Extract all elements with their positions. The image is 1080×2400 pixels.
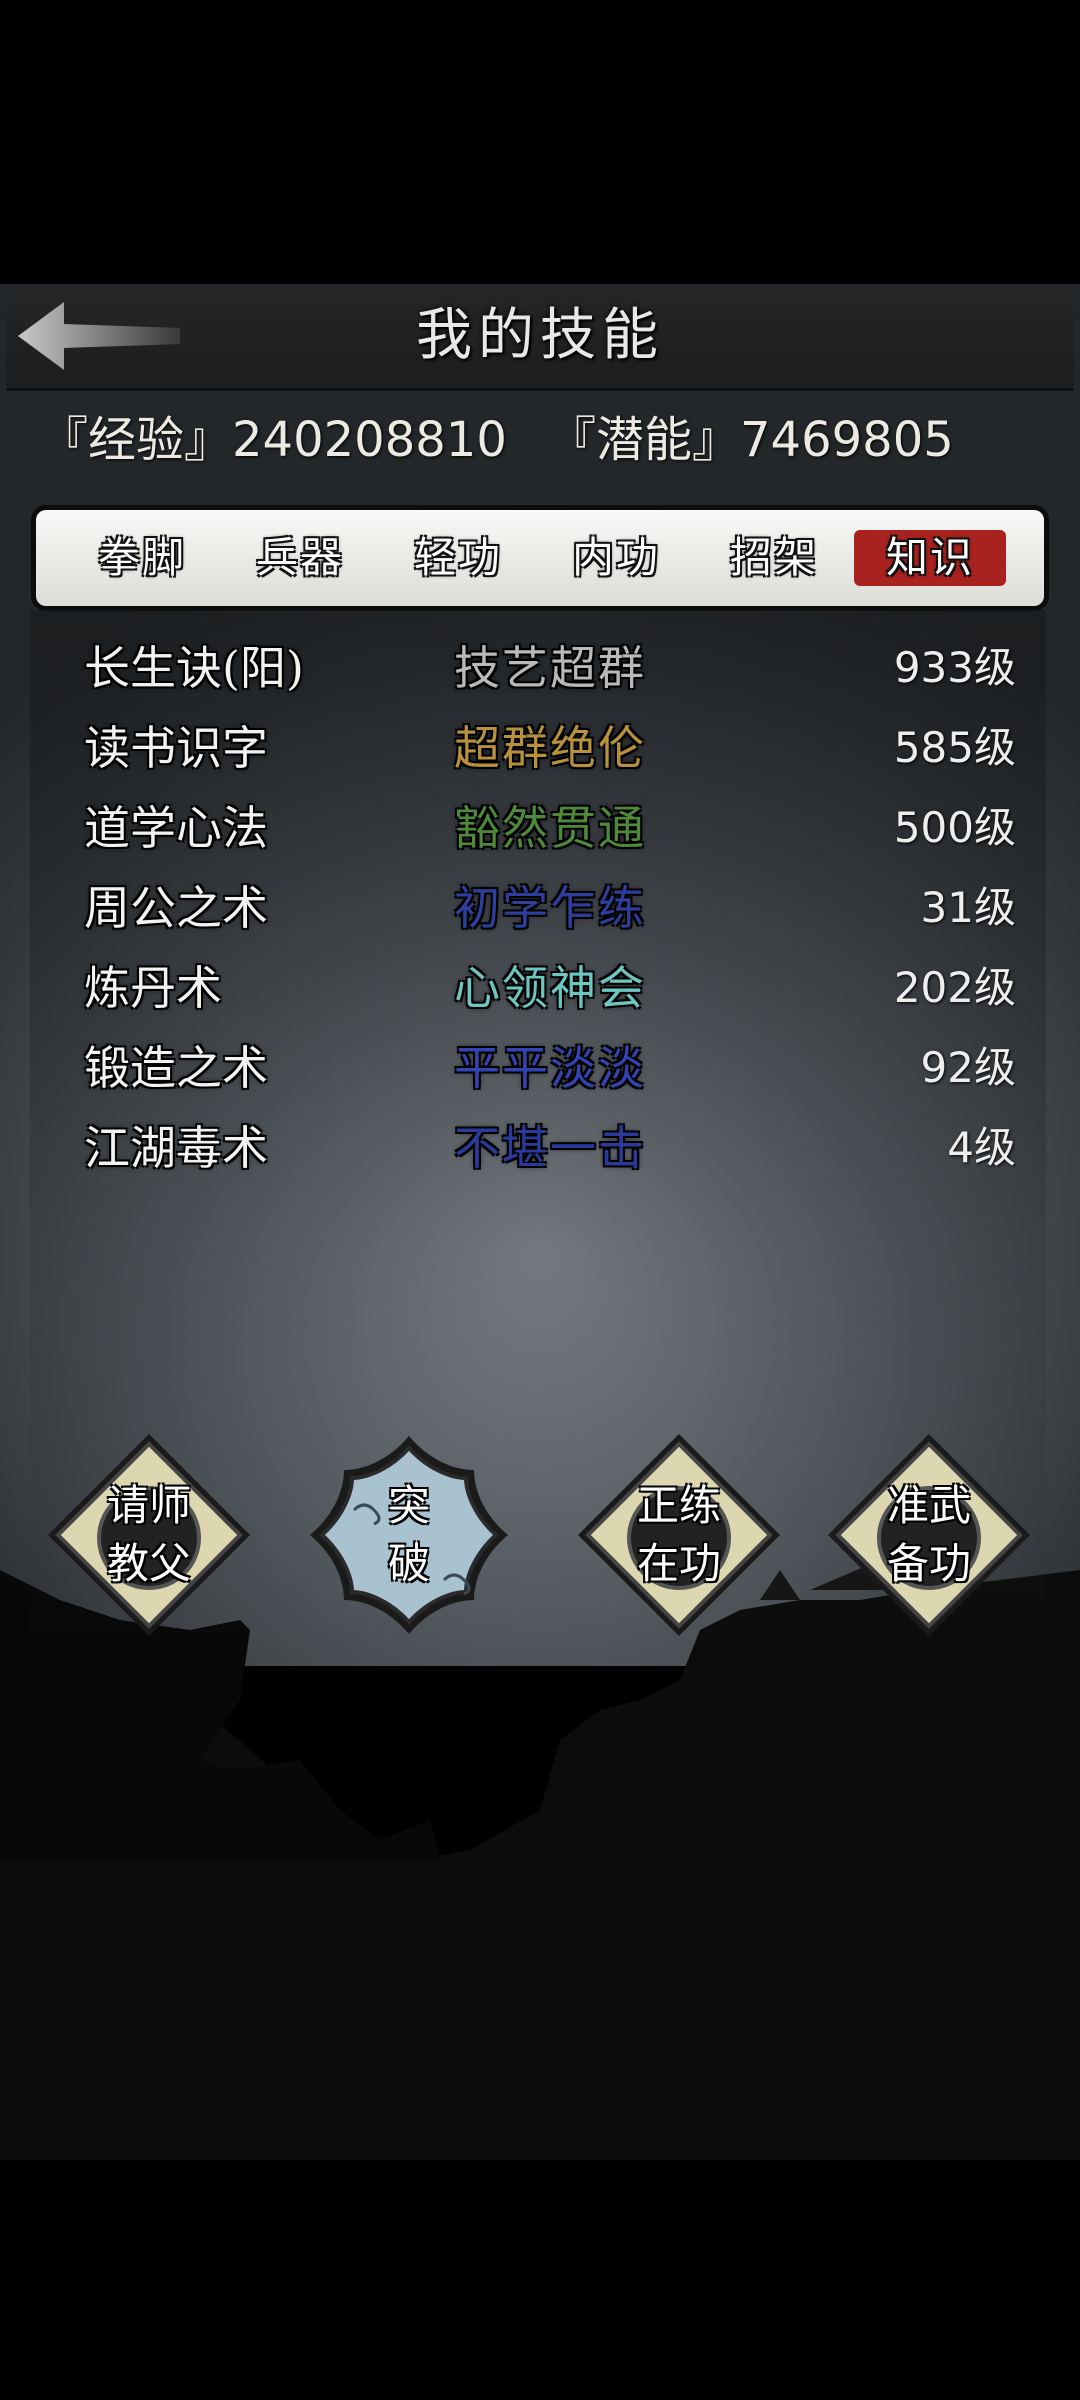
skill-row[interactable]: 周公之术 初学乍练 31级 — [30, 870, 1046, 946]
skill-name: 锻造之术 — [84, 1041, 268, 1095]
skill-rank: 豁然贯通 — [454, 801, 646, 855]
tab-internal[interactable]: 内功 — [540, 530, 692, 586]
skill-row[interactable]: 锻造之术 平平淡淡 92级 — [30, 1030, 1046, 1106]
skill-row[interactable]: 炼丹术 心领神会 202级 — [30, 950, 1046, 1026]
tab-fist[interactable]: 拳脚 — [66, 530, 218, 586]
skill-level: 31级 — [920, 883, 1016, 932]
skill-name: 长生诀(阳) — [84, 641, 304, 695]
skill-row[interactable]: 读书识字 超群绝伦 585级 — [30, 710, 1046, 786]
breakthrough-button[interactable]: 突 破 — [304, 1430, 514, 1640]
tab-knowledge[interactable]: 知识 — [854, 530, 1006, 586]
breakthrough-label-2: 破 — [387, 1539, 430, 1588]
seek-master-button[interactable]: 请师 教父 — [44, 1430, 254, 1640]
potential-stat: 『潜能』7469805 — [548, 412, 954, 468]
breakthrough-label-1: 突 — [387, 1481, 430, 1530]
skill-level: 585级 — [893, 723, 1016, 772]
seek-master-label-2: 教父 — [106, 1539, 191, 1588]
cloud-button-frame-icon — [310, 1436, 508, 1634]
skill-name: 炼丹术 — [84, 961, 222, 1015]
tab-parry[interactable]: 招架 — [698, 530, 850, 586]
skill-row[interactable]: 道学心法 豁然贯通 500级 — [30, 790, 1046, 866]
skill-level: 202级 — [893, 963, 1016, 1012]
game-screen: 我的技能 『经验』240208810 『潜能』7469805 拳脚 兵器 轻功 … — [0, 0, 1080, 2400]
seek-master-label-1: 请师 — [106, 1481, 191, 1530]
experience-stat: 『经验』240208810 — [40, 412, 507, 468]
skill-rank: 技艺超群 — [454, 641, 646, 695]
skill-category-tabs: 拳脚 兵器 轻功 内功 招架 知识 — [36, 510, 1044, 606]
skill-level: 92级 — [920, 1043, 1016, 1092]
skill-name: 道学心法 — [84, 801, 268, 855]
diamond-button-frame-icon — [828, 1434, 1030, 1636]
skill-name: 读书识字 — [84, 721, 268, 775]
practice-button[interactable]: 正练 在功 — [574, 1430, 784, 1640]
skill-rank: 心领神会 — [454, 961, 646, 1015]
skill-rank: 平平淡淡 — [454, 1041, 646, 1095]
skill-rank: 超群绝伦 — [454, 721, 646, 775]
skill-row[interactable]: 江湖毒术 不堪一击 4级 — [30, 1110, 1046, 1186]
page-title: 我的技能 — [416, 303, 664, 368]
skill-name: 周公之术 — [84, 881, 268, 935]
skill-level: 933级 — [893, 643, 1016, 692]
skill-row[interactable]: 长生诀(阳) 技艺超群 933级 — [30, 630, 1046, 706]
tab-weapon[interactable]: 兵器 — [224, 530, 376, 586]
skill-name: 江湖毒术 — [84, 1121, 268, 1175]
skill-rank: 初学乍练 — [454, 881, 646, 935]
skill-rank: 不堪一击 — [454, 1121, 646, 1175]
prepare-skill-label-2: 备功 — [886, 1539, 971, 1588]
tab-lightness[interactable]: 轻功 — [382, 530, 534, 586]
prepare-skill-label-1: 准武 — [886, 1481, 971, 1530]
practice-label-1: 正练 — [636, 1481, 721, 1530]
diamond-button-frame-icon — [578, 1434, 780, 1636]
prepare-skill-button[interactable]: 准武 备功 — [824, 1430, 1034, 1640]
diamond-button-frame-icon — [48, 1434, 250, 1636]
practice-label-2: 在功 — [636, 1539, 721, 1588]
skill-level: 500级 — [893, 803, 1016, 852]
skill-level: 4级 — [947, 1123, 1016, 1172]
